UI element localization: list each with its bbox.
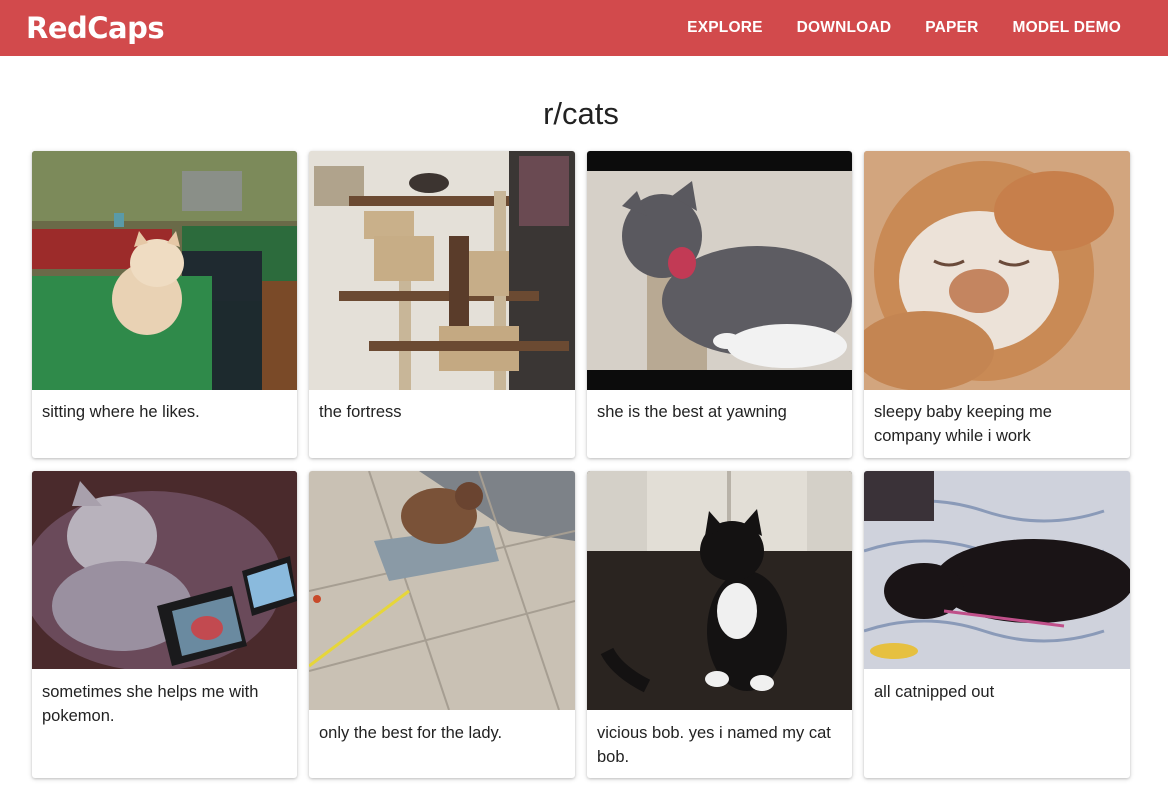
image-card[interactable]: she is the best at yawning — [587, 151, 852, 458]
card-photo[interactable] — [32, 151, 297, 390]
nav-link-download[interactable]: DOWNLOAD — [797, 19, 892, 37]
image-card[interactable]: only the best for the lady. — [309, 471, 575, 778]
card-photo[interactable] — [587, 471, 852, 710]
card-caption: all catnipped out — [874, 683, 995, 701]
card-photo[interactable] — [32, 471, 297, 669]
image-card[interactable]: sleepy baby keeping me company while i w… — [864, 151, 1130, 458]
card-caption: sometimes she helps me with pokemon. — [42, 683, 259, 725]
nav-link-explore[interactable]: EXPLORE — [687, 19, 762, 37]
card-photo[interactable] — [587, 151, 852, 390]
brand-logo[interactable]: RedCaps — [26, 11, 165, 45]
card-photo[interactable] — [309, 151, 575, 390]
card-caption: sitting where he likes. — [42, 403, 200, 421]
card-photo[interactable] — [864, 151, 1130, 390]
image-card[interactable]: sitting where he likes. — [32, 151, 297, 458]
image-card[interactable]: all catnipped out — [864, 471, 1130, 778]
image-card[interactable]: sometimes she helps me with pokemon. — [32, 471, 297, 778]
image-card[interactable]: the fortress — [309, 151, 575, 458]
card-caption: vicious bob. yes i named my cat bob. — [597, 724, 831, 766]
image-card[interactable]: vicious bob. yes i named my cat bob. — [587, 471, 852, 778]
card-photo[interactable] — [864, 471, 1130, 669]
card-caption: sleepy baby keeping me company while i w… — [874, 403, 1052, 445]
nav-link-paper[interactable]: PAPER — [925, 19, 978, 37]
card-caption: she is the best at yawning — [597, 403, 787, 421]
nav-links: EXPLORE DOWNLOAD PAPER MODEL DEMO — [653, 0, 1121, 56]
card-photo[interactable] — [309, 471, 575, 710]
nav-link-model-demo[interactable]: MODEL DEMO — [1013, 19, 1122, 37]
page-title: r/cats — [543, 96, 619, 131]
top-navbar: RedCaps EXPLORE DOWNLOAD PAPER MODEL DEM… — [0, 0, 1168, 56]
card-caption: only the best for the lady. — [319, 724, 503, 742]
card-caption: the fortress — [319, 403, 402, 421]
